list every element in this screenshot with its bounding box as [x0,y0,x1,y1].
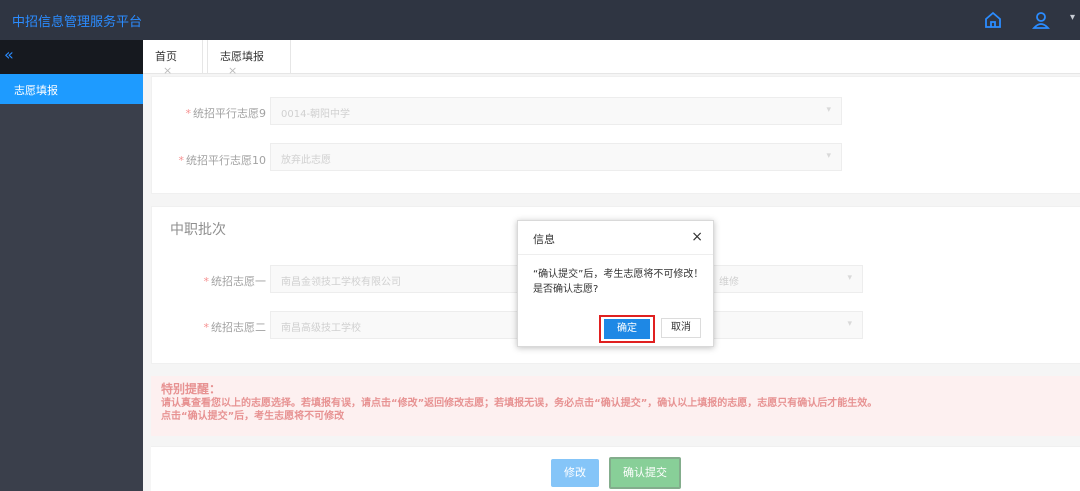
top-bar: 中招信息管理服务平台 ▾ [0,0,1080,40]
dialog-message: “确认提交”后，考生志愿将不可修改！ 是否确认志愿? [533,269,704,295]
confirm-dialog: 信息 × “确认提交”后，考生志愿将不可修改！ 是否确认志愿? 确定 取消 [517,220,714,347]
chevron-down-icon[interactable]: ▾ [1070,12,1075,23]
sidebar: « 志愿填报 [0,40,143,491]
user-icon[interactable] [1030,9,1052,31]
home-icon[interactable] [982,9,1004,31]
tab-bar: 首页× 志愿填报× [143,40,1080,77]
tab-label: 首页 [155,50,177,63]
collapse-sidebar-button[interactable]: « [0,40,143,74]
dialog-title: 信息 [518,221,713,255]
close-icon[interactable]: × [691,229,703,245]
ok-button[interactable]: 确定 [604,319,650,339]
tab-label: 志愿填报 [220,50,264,63]
ok-highlight: 确定 [599,315,655,343]
tab-home[interactable]: 首页× [143,40,203,77]
app-title: 中招信息管理服务平台 [12,15,143,30]
tab-volunteer[interactable]: 志愿填报× [207,40,291,77]
sidebar-item-volunteer[interactable]: 志愿填报 [0,74,143,104]
cancel-button[interactable]: 取消 [661,318,701,338]
